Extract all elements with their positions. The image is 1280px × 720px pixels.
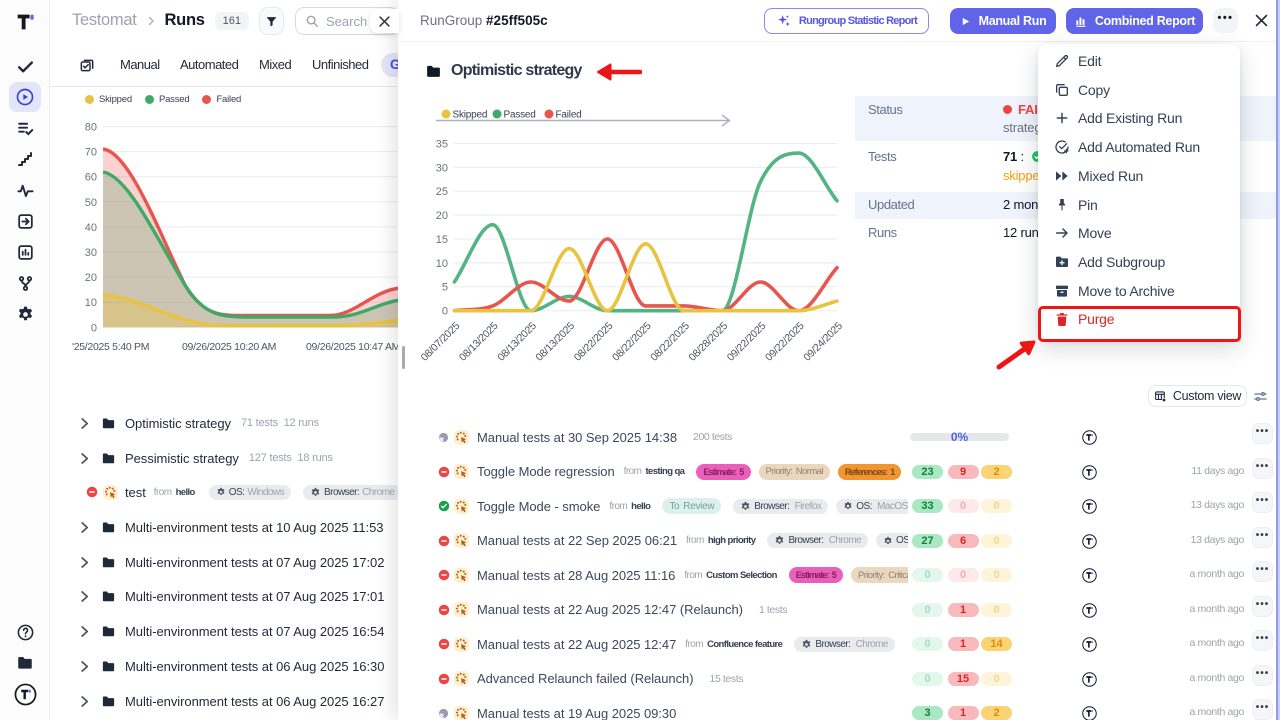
svg-text:10: 10 [436,258,448,270]
svg-text:30: 30 [436,162,448,174]
svg-text:09/22/2025: 09/22/2025 [763,320,807,364]
svg-text:60: 60 [85,172,97,184]
svg-text:08/28/2025: 08/28/2025 [687,320,731,364]
svg-text:09/26/2025 10:20 AM: 09/26/2025 10:20 AM [182,341,276,353]
svg-text:Passed: Passed [504,110,536,121]
svg-text:25: 25 [436,186,448,198]
svg-text:20: 20 [85,272,97,284]
svg-text:20: 20 [436,210,448,222]
svg-text:08/13/2025: 08/13/2025 [495,320,539,364]
svg-text:10: 10 [85,297,97,309]
svg-text:35: 35 [436,138,448,150]
svg-text:08/13/2025: 08/13/2025 [533,320,577,364]
svg-text:Skipped: Skipped [453,110,488,121]
svg-text:08/22/2025: 08/22/2025 [648,320,692,364]
svg-text:40: 40 [85,222,97,234]
svg-text:08/13/2025: 08/13/2025 [457,320,501,364]
svg-text:70: 70 [85,147,97,159]
svg-text:15: 15 [436,234,448,246]
svg-text:5: 5 [442,282,448,294]
svg-text:08/07/2025: 08/07/2025 [419,320,463,364]
svg-text:09/26/2025 10:47 AM: 09/26/2025 10:47 AM [306,341,400,353]
svg-text:50: 50 [85,197,97,209]
svg-text:30: 30 [85,247,97,259]
svg-text:09/22/2025: 09/22/2025 [725,320,769,364]
svg-text:09/24/2025: 09/24/2025 [801,320,845,364]
svg-text:80: 80 [85,122,97,134]
svg-text:08/22/2025: 08/22/2025 [610,320,654,364]
svg-text:0: 0 [442,306,448,318]
svg-text:Failed: Failed [556,110,582,121]
svg-text:08/22/2025: 08/22/2025 [572,320,616,364]
svg-text:0: 0 [91,322,97,334]
svg-text:'25/2025 5:40 PM: '25/2025 5:40 PM [72,341,149,353]
